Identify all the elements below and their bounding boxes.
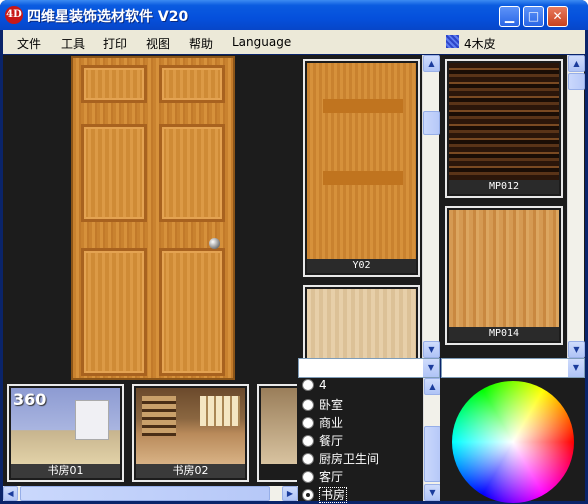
material-grid: Y02 ▲ ▼ MP012 MP014 ▲ ▼ <box>298 55 585 363</box>
door-preview <box>71 56 235 380</box>
radio-icon[interactable] <box>302 453 314 465</box>
material-label: MP014 <box>449 327 559 341</box>
room-option[interactable]: 客厅 <box>302 468 343 486</box>
radio-icon[interactable] <box>302 417 314 429</box>
scroll-down-icon[interactable]: ▼ <box>423 341 440 358</box>
radio-icon[interactable] <box>302 435 314 447</box>
menu-bar: 文件 工具 打印 视图 帮助 Language 4木皮 <box>3 30 585 54</box>
scroll-thumb[interactable] <box>424 426 441 482</box>
material-scrollbar-left[interactable]: ▲ ▼ <box>422 55 440 358</box>
scene-thumbnail-partial[interactable] <box>257 384 297 482</box>
scroll-thumb[interactable] <box>20 486 270 501</box>
room-option-label: 4 <box>319 378 327 392</box>
scene-thumbnail-study02[interactable]: 书房02 <box>132 384 249 482</box>
scene-image: 360 <box>11 388 120 464</box>
chevron-down-icon[interactable]: ▼ <box>423 359 439 377</box>
room-option-label: 卧室 <box>319 398 344 412</box>
scene-label: 书房02 <box>136 464 245 478</box>
scroll-right-icon[interactable]: ▶ <box>282 486 298 501</box>
bookshelf-shape <box>142 396 176 436</box>
scroll-up-icon[interactable]: ▲ <box>568 55 585 72</box>
door-panel <box>81 248 147 376</box>
menu-language[interactable]: Language <box>232 35 291 49</box>
scene-strip: 360 书房01 书房02 <box>3 380 298 486</box>
scroll-thumb[interactable] <box>423 111 440 135</box>
material-tile-partial[interactable] <box>303 285 420 363</box>
room-type-list: 4 卧室 商业 餐厅 厨房卫生间 客厅 书房 ▲ ▼ <box>298 378 441 504</box>
scroll-up-icon[interactable]: ▲ <box>423 55 440 72</box>
app-logo-icon: 4D <box>5 6 23 24</box>
color-picker-panel <box>440 378 585 503</box>
door-panel <box>81 65 147 103</box>
door-panel <box>159 124 225 222</box>
window-shape <box>200 396 240 426</box>
scene-label: 书房01 <box>11 464 120 478</box>
room-option-label: 商业 <box>319 416 344 430</box>
door-rail <box>323 99 403 113</box>
radio-icon[interactable] <box>302 379 314 391</box>
preview-viewport[interactable] <box>3 55 298 380</box>
close-button[interactable]: ✕ <box>547 6 568 27</box>
room-scrollbar[interactable]: ▲ ▼ <box>423 378 441 501</box>
color-wheel[interactable] <box>452 381 574 503</box>
room-option-label: 书房 <box>319 487 348 503</box>
material-scrollbar-right[interactable]: ▲ ▼ <box>567 55 585 358</box>
scroll-down-icon[interactable]: ▼ <box>424 484 441 501</box>
scroll-down-icon[interactable]: ▼ <box>568 341 585 358</box>
menu-view[interactable]: 视图 <box>146 35 170 52</box>
door-panel <box>159 65 225 103</box>
window-shape <box>75 400 109 440</box>
scene-hscrollbar[interactable]: ◀ ▶ <box>3 486 298 501</box>
scroll-left-icon[interactable]: ◀ <box>3 486 18 501</box>
radio-icon[interactable] <box>302 399 314 411</box>
material-thumbnail <box>307 289 416 359</box>
room-option[interactable]: 商业 <box>302 414 343 432</box>
scroll-up-icon[interactable]: ▲ <box>424 378 441 395</box>
door-rail <box>323 171 403 185</box>
scene-thumbnail-study01[interactable]: 360 书房01 <box>7 384 124 482</box>
material-swatch-icon <box>446 35 459 48</box>
room-option-label: 餐厅 <box>319 434 344 448</box>
menu-file[interactable]: 文件 <box>17 35 41 52</box>
material-thumbnail <box>449 210 559 327</box>
room-option[interactable]: 卧室 <box>302 396 343 414</box>
material-tile-y02[interactable]: Y02 <box>303 59 420 277</box>
scene-image <box>261 388 297 464</box>
window-title: 四维星装饰选材软件 V20 <box>27 9 189 25</box>
filter-dropdown-left[interactable]: ▼ <box>298 358 440 378</box>
room-option[interactable]: 厨房卫生间 <box>302 450 379 468</box>
material-label: Y02 <box>307 259 416 273</box>
radio-icon[interactable] <box>302 471 314 483</box>
title-bar[interactable]: 4D 四维星装饰选材软件 V20 ▁ □ ✕ <box>0 0 588 30</box>
door-panel <box>81 124 147 222</box>
scene-image <box>136 388 245 464</box>
menu-print[interactable]: 打印 <box>103 35 127 52</box>
material-label: MP012 <box>449 180 559 194</box>
maximize-button[interactable]: □ <box>523 6 544 27</box>
panorama-360-badge: 360 <box>13 390 47 409</box>
room-option[interactable]: 4 <box>302 378 327 396</box>
chevron-down-icon[interactable]: ▼ <box>568 359 584 377</box>
material-category-label[interactable]: 4木皮 <box>464 35 496 52</box>
material-tile-mp012[interactable]: MP012 <box>445 59 563 198</box>
room-option[interactable]: 餐厅 <box>302 432 343 450</box>
room-option-selected[interactable]: 书房 <box>302 486 348 504</box>
app-window: 4D 四维星装饰选材软件 V20 ▁ □ ✕ 文件 工具 打印 视图 帮助 La… <box>0 0 588 504</box>
door-panel <box>159 248 225 376</box>
room-option-label: 厨房卫生间 <box>319 452 380 466</box>
scroll-thumb[interactable] <box>568 73 585 90</box>
material-thumbnail <box>307 63 416 259</box>
menu-tools[interactable]: 工具 <box>61 35 85 52</box>
material-tile-mp014[interactable]: MP014 <box>445 206 563 345</box>
filter-dropdown-right[interactable]: ▼ <box>441 358 585 378</box>
menu-help[interactable]: 帮助 <box>189 35 213 52</box>
room-option-label: 客厅 <box>319 470 344 484</box>
minimize-button[interactable]: ▁ <box>499 6 520 27</box>
radio-checked-icon[interactable] <box>302 489 314 501</box>
door-knob <box>209 238 220 249</box>
material-thumbnail <box>449 63 559 180</box>
